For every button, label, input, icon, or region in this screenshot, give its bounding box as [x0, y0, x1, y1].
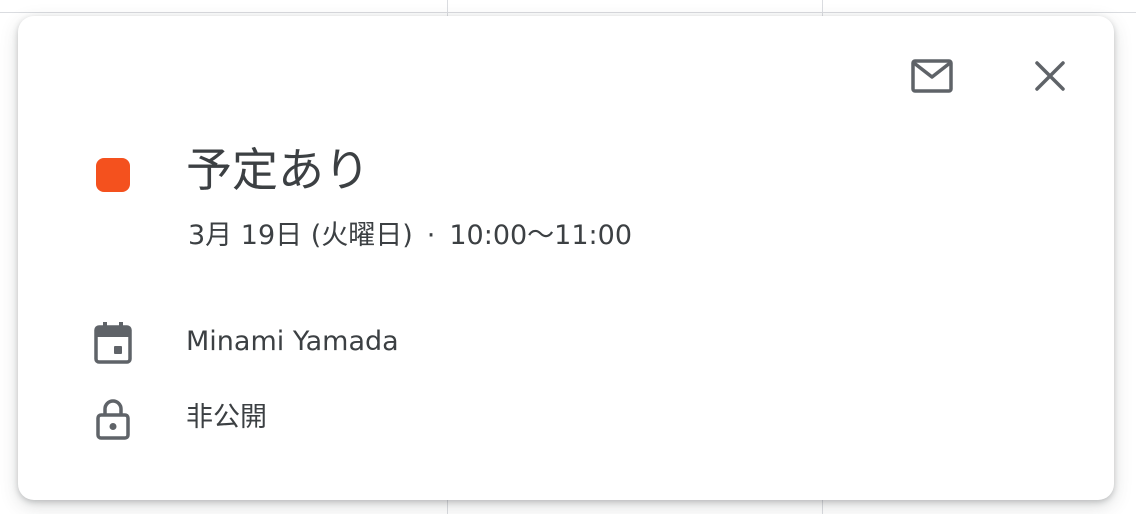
datetime-separator: ·: [426, 220, 436, 251]
close-icon: [1034, 60, 1066, 96]
close-button[interactable]: [1022, 50, 1078, 106]
grid-line: [0, 12, 1136, 13]
lock-icon: [90, 396, 136, 442]
event-title: 予定あり: [186, 143, 370, 197]
event-details-popup: 予定あり 3月 19日 (火曜日) · 10:00〜11:00 Minami Yam…: [18, 16, 1114, 500]
email-guests-button[interactable]: [904, 50, 960, 106]
event-visibility: 非公開: [186, 402, 267, 433]
mail-icon: [910, 58, 954, 98]
event-datetime: 3月 19日 (火曜日) · 10:00〜11:00: [188, 216, 632, 256]
event-time: 10:00〜11:00: [449, 220, 632, 251]
event-date: 3月 19日 (火曜日): [188, 220, 413, 251]
event-color-chip: [96, 158, 130, 192]
calendar-icon: [90, 320, 136, 366]
calendar-owner: Minami Yamada: [186, 326, 399, 357]
